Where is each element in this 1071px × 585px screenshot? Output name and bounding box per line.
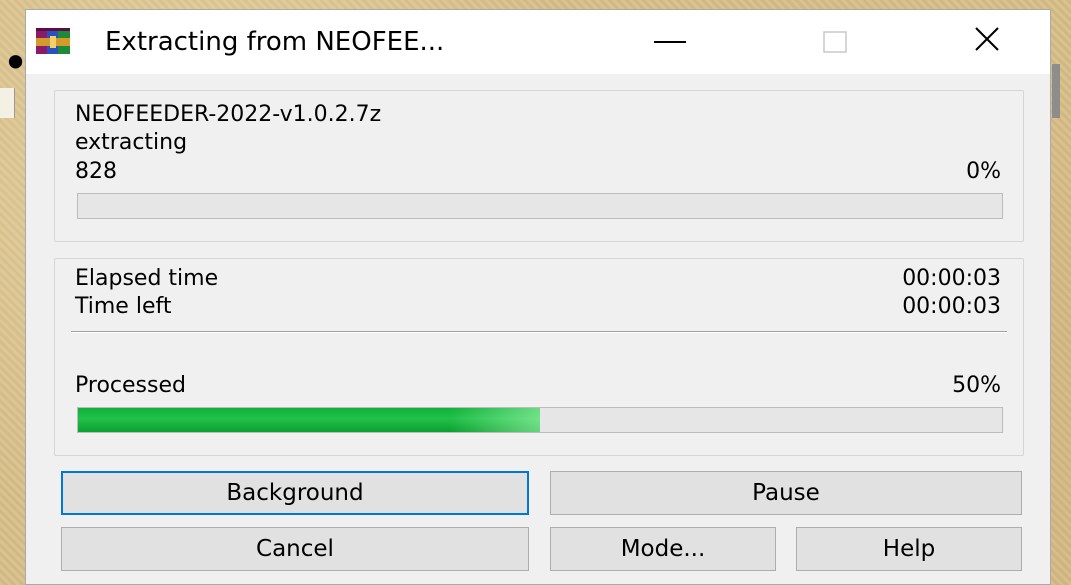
elapsed-time-value: 00:00:03 bbox=[902, 266, 1001, 291]
title-bar[interactable]: Extracting from NEOFEE... bbox=[26, 10, 1050, 74]
elapsed-time-label: Elapsed time bbox=[75, 266, 219, 291]
pause-button[interactable]: Pause bbox=[550, 471, 1022, 515]
time-progress-group: Elapsed time 00:00:03 Time left 00:00:03… bbox=[54, 258, 1024, 456]
extract-dialog: Extracting from NEOFEE... NEOFEEDER-2022… bbox=[25, 9, 1051, 585]
background-button[interactable]: Background bbox=[61, 471, 529, 515]
group-divider bbox=[71, 331, 1007, 333]
help-button[interactable]: Help bbox=[796, 527, 1022, 571]
window-title: Extracting from NEOFEE... bbox=[105, 27, 445, 57]
file-percent: 0% bbox=[966, 159, 1001, 184]
minimize-icon bbox=[654, 41, 686, 43]
current-item: 828 bbox=[75, 159, 117, 184]
processed-percent: 50% bbox=[952, 373, 1001, 398]
background-scrollbar bbox=[1052, 64, 1060, 118]
close-icon bbox=[975, 27, 999, 51]
close-button[interactable] bbox=[946, 10, 1036, 74]
maximize-icon bbox=[823, 31, 847, 53]
file-progress-bar bbox=[77, 193, 1003, 219]
file-progress-group: NEOFEEDER-2022-v1.0.2.7z extracting 828 … bbox=[54, 90, 1024, 242]
minimize-button[interactable] bbox=[626, 10, 716, 74]
mode-button[interactable]: Mode... bbox=[550, 527, 776, 571]
time-left-value: 00:00:03 bbox=[902, 294, 1001, 319]
processed-progress-fill bbox=[78, 408, 540, 432]
extract-status: extracting bbox=[75, 130, 188, 155]
time-left-label: Time left bbox=[75, 294, 172, 319]
maximize-button[interactable] bbox=[794, 10, 884, 74]
winrar-books-icon bbox=[36, 28, 70, 54]
processed-progress-bar bbox=[77, 407, 1003, 433]
cancel-button[interactable]: Cancel bbox=[61, 527, 529, 571]
processed-label: Processed bbox=[75, 373, 186, 398]
background-window-edge bbox=[0, 88, 15, 118]
archive-filename: NEOFEEDER-2022-v1.0.2.7z bbox=[75, 102, 382, 127]
